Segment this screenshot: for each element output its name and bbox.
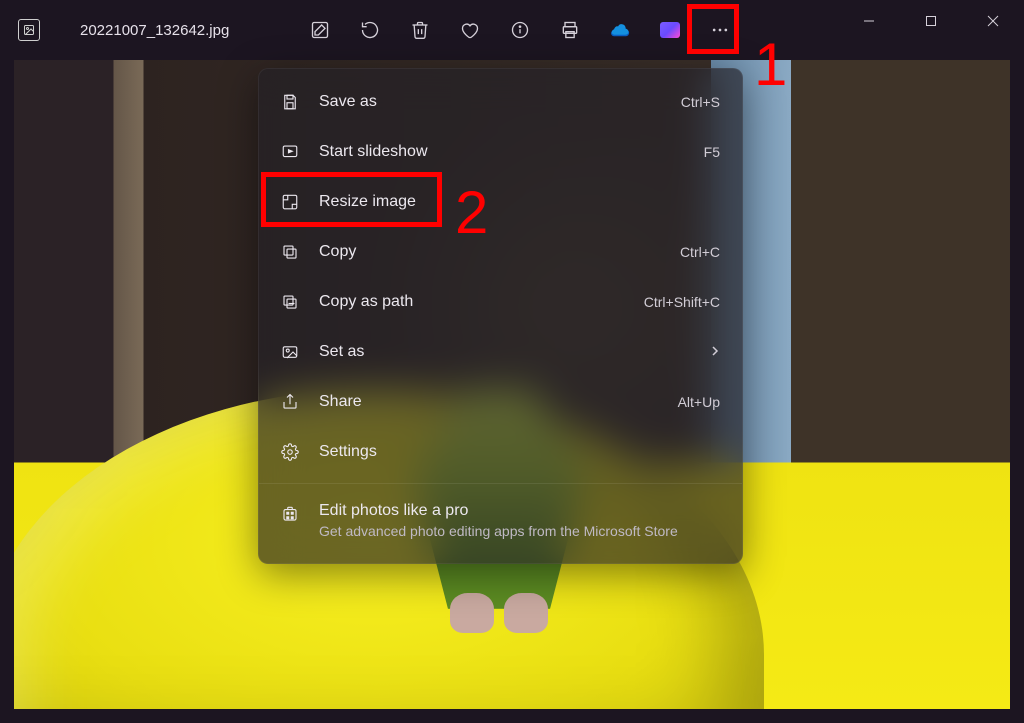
menu-item-label: Copy as path [319, 293, 644, 311]
maximize-button[interactable] [900, 0, 962, 42]
menu-item-label: Set as [319, 343, 710, 361]
app-icon[interactable] [18, 19, 40, 41]
menu-copy[interactable]: Copy Ctrl+C [259, 227, 742, 277]
menu-edit-pro[interactable]: Edit photos like a pro Get advanced phot… [259, 490, 742, 555]
minimize-button[interactable] [838, 0, 900, 42]
menu-separator [259, 483, 742, 484]
clipchamp-icon [660, 22, 680, 38]
menu-item-accel: Ctrl+S [681, 94, 720, 110]
rotate-button[interactable] [345, 7, 395, 53]
print-button[interactable] [545, 7, 595, 53]
titlebar: 20221007_132642.jpg [0, 0, 1024, 60]
onedrive-button[interactable] [595, 7, 645, 53]
promo-text: Edit photos like a pro Get advanced phot… [319, 502, 678, 539]
settings-icon [281, 443, 309, 461]
menu-item-accel: Ctrl+Shift+C [644, 294, 720, 310]
photo-bird-feet [444, 589, 554, 639]
copy-path-icon [281, 293, 309, 311]
window-controls [838, 0, 1024, 52]
promo-title: Edit photos like a pro [319, 502, 678, 520]
promo-subtitle: Get advanced photo editing apps from the… [319, 523, 678, 539]
share-icon [281, 393, 309, 411]
menu-item-label: Copy [319, 243, 680, 261]
menu-item-accel: Alt+Up [678, 394, 720, 410]
menu-save-as[interactable]: Save as Ctrl+S [259, 77, 742, 127]
menu-item-label: Share [319, 393, 678, 411]
menu-start-slideshow[interactable]: Start slideshow F5 [259, 127, 742, 177]
clipchamp-button[interactable] [645, 7, 695, 53]
set-as-icon [281, 343, 309, 361]
slideshow-icon [281, 143, 309, 161]
menu-item-accel: F5 [704, 144, 720, 160]
menu-item-label: Settings [319, 443, 720, 461]
resize-icon [281, 193, 309, 211]
close-button[interactable] [962, 0, 1024, 42]
menu-item-label: Resize image [319, 193, 720, 211]
menu-item-accel: Ctrl+C [680, 244, 720, 260]
more-button[interactable] [695, 7, 745, 53]
menu-item-label: Save as [319, 93, 681, 111]
favorite-button[interactable] [445, 7, 495, 53]
copy-icon [281, 243, 309, 261]
info-button[interactable] [495, 7, 545, 53]
toolbar [295, 0, 745, 60]
menu-item-label: Start slideshow [319, 143, 704, 161]
edit-button[interactable] [295, 7, 345, 53]
more-menu: Save as Ctrl+S Start slideshow F5 Resize… [258, 68, 743, 564]
menu-resize-image[interactable]: Resize image [259, 177, 742, 227]
menu-copy-as-path[interactable]: Copy as path Ctrl+Shift+C [259, 277, 742, 327]
menu-set-as[interactable]: Set as [259, 327, 742, 377]
store-icon [281, 505, 309, 523]
menu-settings[interactable]: Settings [259, 427, 742, 477]
chevron-right-icon [710, 344, 720, 360]
filename-label: 20221007_132642.jpg [80, 22, 229, 39]
delete-button[interactable] [395, 7, 445, 53]
menu-share[interactable]: Share Alt+Up [259, 377, 742, 427]
save-icon [281, 93, 309, 111]
photos-app-window: 20221007_132642.jpg [0, 0, 1024, 723]
